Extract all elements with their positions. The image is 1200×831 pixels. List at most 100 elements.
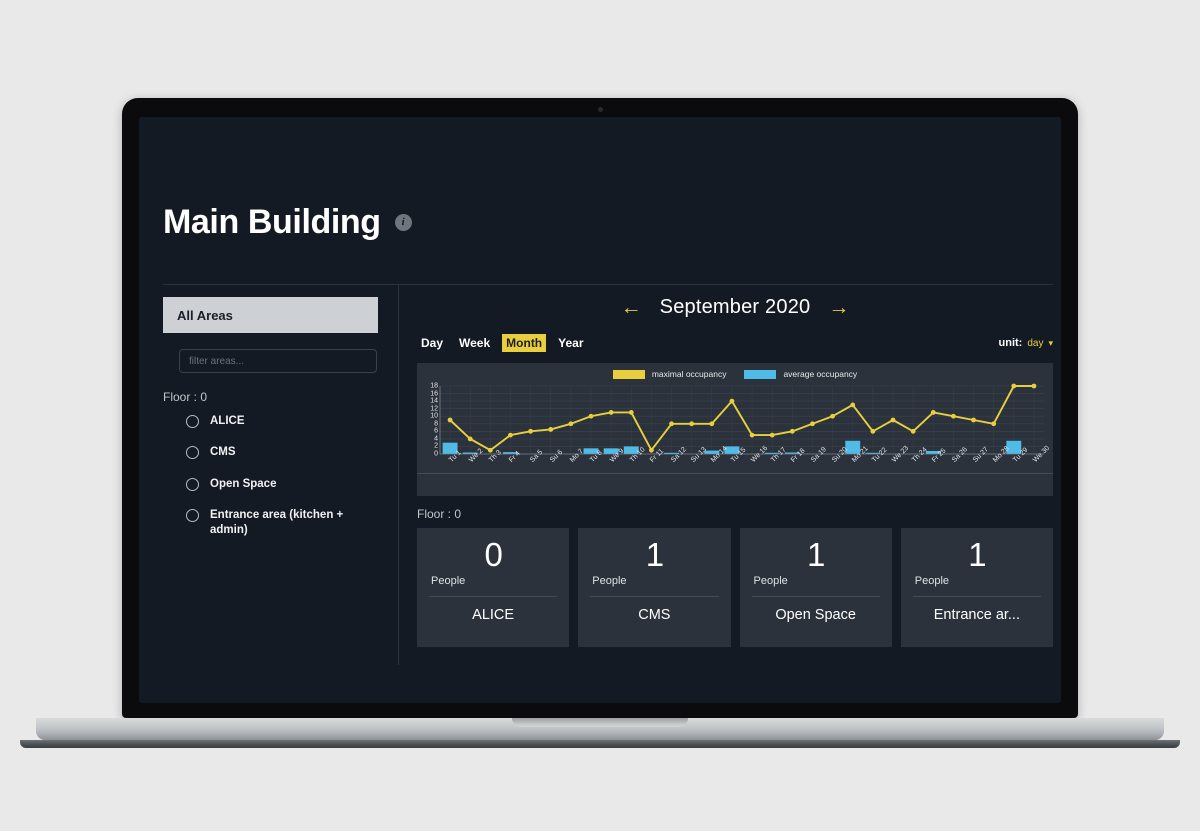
radio-icon[interactable]	[186, 508, 199, 522]
card-count: 0	[484, 536, 502, 573]
date-navigator: ← September 2020 →	[417, 285, 1053, 329]
chart-point	[508, 432, 513, 438]
y-axis-tick-label: 6	[434, 427, 438, 435]
previous-period-arrow-icon[interactable]: ←	[621, 297, 642, 318]
occupancy-card[interactable]: 1 People Entrance ar...	[900, 528, 1053, 647]
unit-value: day	[1027, 337, 1044, 349]
y-axis-tick-label: 0	[434, 450, 438, 458]
laptop-base	[36, 718, 1164, 740]
chart-legend: maximal occupancy average occupancy	[417, 369, 1053, 379]
chart-point	[649, 447, 654, 453]
unit-selector[interactable]: unit: day ▾	[999, 337, 1053, 349]
chart-y-axis: 0 2 4 6 8 10 12 14 16 18	[422, 382, 438, 458]
y-axis-tick-label: 14	[430, 397, 438, 405]
occupancy-card-list: 0 People ALICE 1 People CMS 1 People Open Space 1…	[417, 528, 1053, 647]
card-unit-label: People	[914, 574, 950, 587]
occupancy-card[interactable]: 0 People ALICE	[417, 528, 570, 647]
all-areas-label: All Areas	[177, 307, 233, 323]
filter-areas-input[interactable]	[179, 349, 377, 373]
area-radio-list: ALICE CMS Open Space Entrance area (kitchen…	[163, 414, 378, 538]
page-title: Main Building	[163, 203, 381, 241]
area-radio-item[interactable]: Open Space	[163, 477, 378, 492]
card-unit-label: People	[431, 574, 466, 587]
y-axis-tick-label: 4	[434, 435, 438, 443]
y-axis-tick-label: 10	[430, 412, 438, 420]
info-icon[interactable]: i	[394, 213, 412, 231]
chart-point	[467, 436, 473, 442]
y-axis-tick-label: 18	[430, 382, 438, 390]
card-unit-label: People	[753, 574, 788, 587]
chart-baseline	[417, 473, 1053, 474]
radio-icon[interactable]	[186, 446, 199, 460]
floor-cards-section: Floor : 0 0 People ALICE 1 People CMS 1 People O…	[417, 507, 1053, 647]
legend-swatch-icon	[744, 369, 777, 379]
y-axis-tick-label: 8	[434, 420, 438, 428]
card-divider	[429, 595, 558, 597]
chart-point	[789, 428, 795, 434]
chart-point	[991, 421, 997, 427]
range-tab-day[interactable]: Day	[417, 334, 447, 352]
chart-point	[769, 432, 775, 438]
chart-point	[830, 413, 835, 419]
legend-label: average occupancy	[783, 369, 858, 379]
area-label: Entrance area (kitchen + admin)	[210, 508, 344, 537]
area-radio-item[interactable]: ALICE	[163, 414, 378, 429]
chart-point	[1031, 383, 1037, 389]
chevron-down-icon: ▾	[1048, 337, 1053, 348]
occupancy-card[interactable]: 1 People CMS	[578, 528, 731, 647]
card-divider	[751, 595, 880, 597]
range-tab-week[interactable]: Week	[455, 334, 494, 352]
sidebar-divider	[398, 285, 399, 665]
chart-point	[1011, 383, 1017, 389]
main-panel: ← September 2020 → Day Week Month Year unit…	[417, 285, 1053, 647]
radio-icon[interactable]	[186, 477, 199, 491]
chart-plot-area: 0 2 4 6 8 10 12 14 16 18 Tu 1 We 2 Th 3 Fr 4 Sa 5 Su 6…	[417, 383, 1053, 496]
legend-label: maximal occupancy	[651, 369, 727, 379]
chart-x-axis: Tu 1 We 2 Th 3 Fr 4 Sa 5 Su 6 Mo 7 Tu 8 We 9 Th 1…	[440, 445, 1051, 495]
area-label: ALICE	[210, 415, 245, 427]
chart-point	[850, 402, 856, 408]
legend-swatch-icon	[612, 369, 645, 379]
chart-point	[608, 410, 614, 415]
sidebar: All Areas Floor : 0 ALICE CMS Open Space En…	[163, 297, 378, 554]
unit-label: unit:	[998, 337, 1023, 349]
current-period-label: September 2020	[659, 295, 811, 318]
range-tab-group: Day Week Month Year	[417, 334, 588, 352]
card-area-name: Open Space	[775, 606, 856, 623]
sidebar-floor-label: Floor : 0	[163, 390, 208, 404]
chart-point	[951, 413, 956, 419]
area-radio-item[interactable]: CMS	[163, 445, 378, 460]
y-axis-tick-label: 16	[430, 390, 438, 398]
chart-point	[749, 432, 755, 438]
chart-point	[910, 428, 916, 434]
occupancy-dashboard-app: Main Building i All Areas Floor : 0 ALIC…	[139, 117, 1061, 703]
area-label: CMS	[210, 446, 236, 459]
radio-icon[interactable]	[186, 415, 199, 428]
area-radio-item[interactable]: Entrance area (kitchen + admin)	[163, 508, 378, 539]
occupancy-chart-panel: maximal occupancy average occupancy 02468…	[417, 363, 1053, 496]
range-tab-year[interactable]: Year	[554, 334, 587, 352]
floor-cards-label: Floor : 0	[417, 507, 462, 521]
chart-point	[870, 428, 876, 434]
chart-point	[890, 417, 896, 423]
screenshot-stage: Main Building i All Areas Floor : 0 ALIC…	[0, 0, 1200, 831]
card-divider	[912, 595, 1041, 597]
laptop-foot	[20, 740, 1180, 748]
card-divider	[590, 595, 719, 597]
occupancy-card[interactable]: 1 People Open Space	[739, 528, 892, 647]
legend-item[interactable]: average occupancy	[744, 369, 857, 379]
chart-point	[669, 421, 674, 427]
next-period-arrow-icon[interactable]: →	[828, 297, 849, 318]
chart-line	[449, 385, 1035, 452]
card-count: 1	[645, 536, 664, 573]
chart-point	[447, 417, 453, 423]
sidebar-item-all-areas[interactable]: All Areas	[163, 297, 378, 333]
chart-point	[930, 410, 936, 415]
laptop-screen: Main Building i All Areas Floor : 0 ALIC…	[139, 117, 1061, 703]
card-area-name: CMS	[638, 606, 671, 623]
area-label: Open Space	[210, 477, 277, 490]
legend-item[interactable]: maximal occupancy	[612, 369, 727, 379]
y-axis-tick-label: 12	[430, 405, 438, 413]
range-tab-month[interactable]: Month	[502, 334, 547, 352]
card-area-name: Entrance ar...	[933, 606, 1020, 623]
